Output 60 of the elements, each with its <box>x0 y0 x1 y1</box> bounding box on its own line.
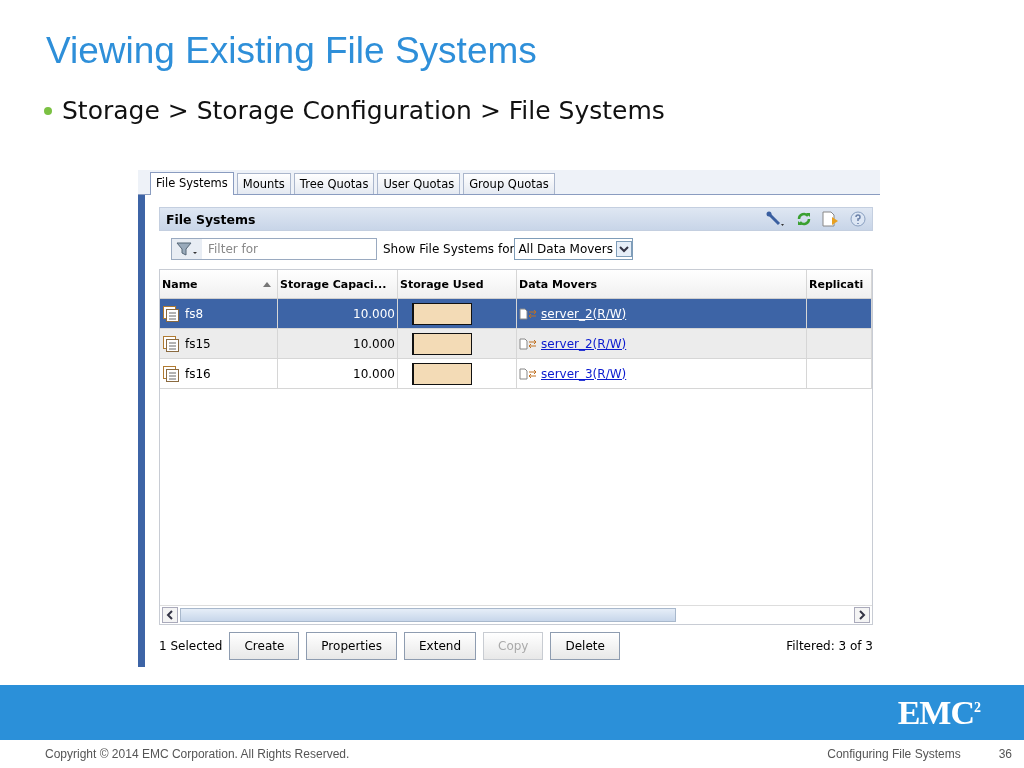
document-arrows-icon <box>519 307 537 320</box>
table-cell: 10.000 <box>353 306 395 321</box>
export-icon[interactable] <box>822 211 840 227</box>
table-icon <box>163 305 179 322</box>
page-number: 36 <box>998 747 1012 761</box>
tab[interactable]: Tree Quotas <box>293 173 375 194</box>
table-cell: fs16 <box>185 366 211 381</box>
chevron-down-icon <box>615 241 632 257</box>
table-icon <box>163 365 179 382</box>
table-row[interactable]: fs8 10.000 server_2(R/W) <box>160 299 872 329</box>
action-button[interactable]: Delete <box>550 632 620 660</box>
column-header[interactable]: Name <box>160 270 278 298</box>
selection-count: 1 Selected <box>159 639 223 653</box>
tab[interactable]: File Systems <box>150 172 234 195</box>
table-cell: fs8 <box>185 306 204 321</box>
usage-meter <box>412 362 472 385</box>
data-mover-link[interactable]: server_3(R/W) <box>541 366 627 381</box>
table-cell: fs15 <box>185 336 211 351</box>
wrench-icon[interactable] <box>766 211 786 227</box>
data-mover-link[interactable]: server_2(R/W) <box>541 306 627 321</box>
tab[interactable]: Group Quotas <box>463 173 555 194</box>
panel-title: File Systems <box>166 211 257 227</box>
scroll-left-button[interactable] <box>162 607 178 623</box>
document-arrows-icon <box>519 367 537 380</box>
action-button[interactable]: Create <box>229 632 300 660</box>
table-cell: 10.000 <box>353 336 395 351</box>
filter-count: Filtered: 3 of 3 <box>786 639 873 653</box>
table-row[interactable]: fs15 10.000 server_2(R/W) <box>160 329 872 359</box>
section-title: Configuring File Systems <box>827 747 961 761</box>
action-button[interactable]: Properties <box>306 632 397 660</box>
chevron-right-icon <box>858 610 866 620</box>
column-header[interactable]: Storage Used <box>398 270 517 298</box>
data-mover-link[interactable]: server_2(R/W) <box>541 336 627 351</box>
action-button[interactable]: Extend <box>404 632 476 660</box>
column-header[interactable]: Replicati <box>807 270 872 298</box>
bullet-icon <box>44 106 52 115</box>
usage-meter <box>412 302 472 325</box>
data-mover-dropdown[interactable]: All Data Movers <box>514 238 633 260</box>
scroll-right-button[interactable] <box>854 607 870 623</box>
table-icon <box>163 335 179 352</box>
bullet-text: Storage > Storage Configuration > File Systems <box>62 96 665 125</box>
copyright-text: Copyright © 2014 EMC Corporation. All Rights Reserved. <box>45 747 351 761</box>
sort-arrow-icon <box>263 281 271 287</box>
logo: EMC$^{2}$ <box>897 693 980 732</box>
scrollbar-thumb[interactable] <box>180 608 676 622</box>
help-icon[interactable] <box>850 211 866 227</box>
filter-field[interactable]: Filter for <box>171 238 377 260</box>
column-header[interactable]: Storage Capaci... <box>278 270 398 298</box>
funnel-icon <box>176 242 198 256</box>
tab[interactable]: User Quotas <box>377 173 461 194</box>
filter-label: Show File Systems for <box>383 242 515 256</box>
slide-title: Viewing Existing File Systems <box>46 29 537 73</box>
chevron-left-icon <box>166 610 174 620</box>
refresh-icon[interactable] <box>796 211 812 227</box>
table-cell: 10.000 <box>353 366 395 381</box>
table-row[interactable]: fs16 10.000 server_3(R/W) <box>160 359 872 389</box>
column-header[interactable]: Data Movers <box>517 270 807 298</box>
document-arrows-icon <box>519 337 537 350</box>
tab[interactable]: Mounts <box>236 173 291 194</box>
usage-meter <box>412 332 472 355</box>
